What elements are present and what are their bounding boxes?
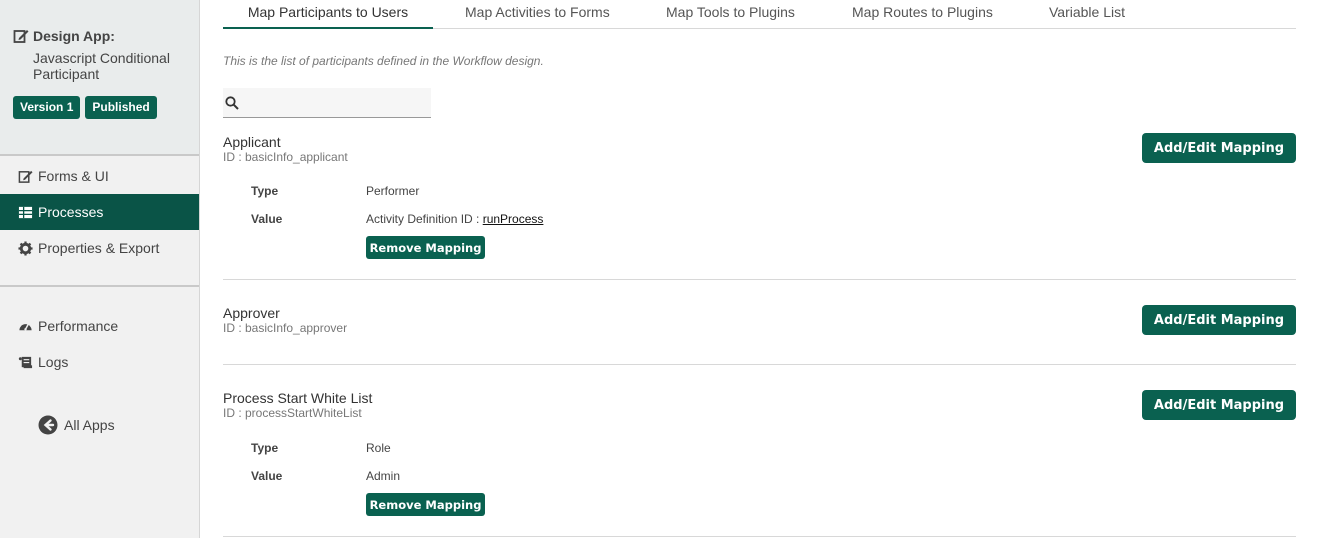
tab-map-routes[interactable]: Map Routes to Plugins: [852, 4, 993, 29]
app-title-label: Design App:: [33, 28, 115, 44]
type-label: Type: [251, 184, 279, 198]
sidebar-item-properties-export[interactable]: Properties & Export: [0, 230, 199, 266]
gear-icon: [18, 240, 33, 256]
value-label: Value: [251, 212, 283, 226]
tab-map-participants[interactable]: Map Participants to Users: [223, 4, 433, 29]
value-label: Value: [251, 469, 283, 483]
tab-variable-list[interactable]: Variable List: [1049, 4, 1125, 29]
app-header: Design App: Javascript Conditional Parti…: [0, 0, 199, 156]
sidebar: Design App: Javascript Conditional Parti…: [0, 0, 200, 538]
type-value: Performer: [366, 184, 420, 198]
search-input[interactable]: [243, 92, 423, 114]
sidebar-item-logs[interactable]: Logs: [0, 344, 199, 380]
sidebar-item-label: Logs: [38, 354, 69, 370]
add-edit-mapping-button[interactable]: Add/Edit Mapping: [1142, 133, 1296, 163]
participant-applicant: Applicant ID : basicInfo_applicant Add/E…: [223, 131, 1296, 280]
status-badge: Published: [85, 96, 157, 119]
search-icon: [225, 96, 239, 110]
value-prefix: Activity Definition ID :: [366, 212, 483, 226]
arrow-circle-left-icon: [38, 415, 58, 435]
search-box: [223, 88, 431, 118]
scroll-icon: [18, 356, 33, 368]
add-edit-mapping-button[interactable]: Add/Edit Mapping: [1142, 305, 1296, 335]
sidebar-item-performance[interactable]: Performance: [0, 308, 199, 344]
sidebar-item-label: Forms & UI: [38, 168, 109, 184]
app-title: Design App:: [13, 28, 115, 44]
sidebar-item-processes[interactable]: Processes: [0, 194, 199, 230]
sidebar-item-label: Processes: [38, 204, 104, 220]
participant-id: ID : processStartWhiteList: [223, 406, 362, 420]
table-icon: [18, 206, 33, 218]
participant-id: ID : basicInfo_applicant: [223, 150, 348, 164]
badge-group: Version 1 Published: [13, 96, 157, 119]
participant-id: ID : basicInfo_approver: [223, 321, 348, 335]
participant-name: Approver: [223, 305, 280, 321]
participant-name: Process Start White List: [223, 390, 373, 406]
version-badge: Version 1: [13, 96, 81, 119]
intro-text: This is the list of participants defined…: [223, 54, 544, 68]
edit-icon: [13, 30, 29, 43]
tab-bar: Map Participants to Users Map Activities…: [223, 0, 1296, 29]
type-value: Role: [366, 441, 391, 455]
sidebar-item-label: Properties & Export: [38, 240, 160, 256]
sidebar-item-label: Performance: [38, 318, 119, 334]
participant-approver: Approver ID : basicInfo_approver Add/Edi…: [223, 280, 1296, 365]
all-apps-link[interactable]: All Apps: [38, 415, 115, 435]
activity-definition-link[interactable]: runProcess: [483, 212, 544, 226]
remove-mapping-button[interactable]: Remove Mapping: [366, 493, 485, 516]
edit-icon: [18, 170, 33, 183]
participant-process-start-white-list: Process Start White List ID : processSta…: [223, 365, 1296, 537]
add-edit-mapping-button[interactable]: Add/Edit Mapping: [1142, 390, 1296, 420]
gauge-icon: [19, 323, 32, 331]
type-label: Type: [251, 441, 279, 455]
app-name: Javascript Conditional Participant: [33, 50, 170, 82]
remove-mapping-button[interactable]: Remove Mapping: [366, 236, 485, 259]
all-apps-label: All Apps: [64, 417, 115, 433]
sidebar-item-forms-ui[interactable]: Forms & UI: [0, 158, 199, 194]
value-text: Admin: [366, 469, 401, 483]
participant-name: Applicant: [223, 134, 281, 150]
value-text: Activity Definition ID : runProcess: [366, 212, 543, 226]
sidebar-divider: [0, 285, 199, 287]
tab-map-tools[interactable]: Map Tools to Plugins: [666, 4, 795, 29]
tab-map-activities[interactable]: Map Activities to Forms: [465, 4, 610, 29]
